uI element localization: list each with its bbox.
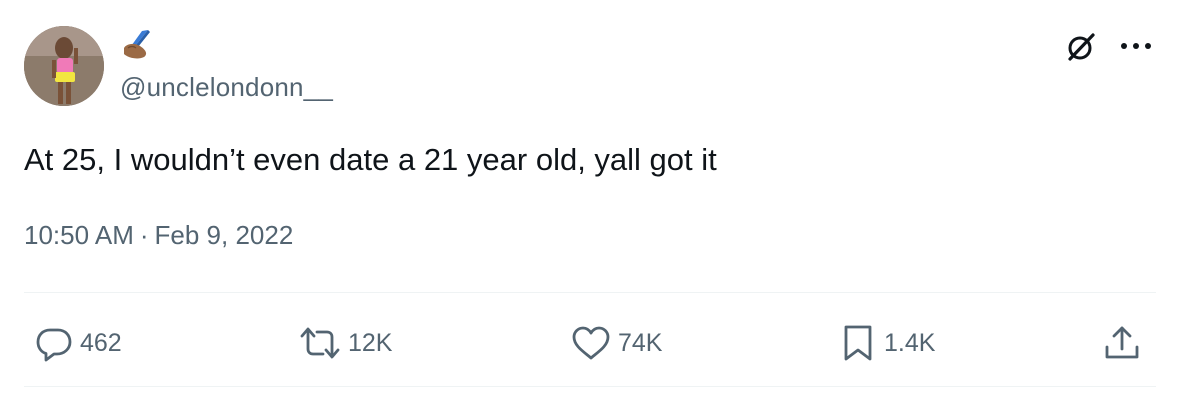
like-button[interactable]: 74K bbox=[570, 318, 662, 368]
tweet-timestamp[interactable]: 10:50 AM · Feb 9, 2022 bbox=[24, 220, 293, 251]
tweet-text: At 25, I wouldn’t even date a 21 year ol… bbox=[24, 142, 717, 177]
more-icon bbox=[1121, 43, 1151, 49]
reply-count: 462 bbox=[80, 328, 122, 357]
avatar-image bbox=[24, 26, 104, 106]
avatar[interactable] bbox=[24, 26, 104, 106]
bookmark-icon bbox=[838, 323, 878, 363]
heart-icon bbox=[570, 323, 612, 363]
tweet-date: Feb 9, 2022 bbox=[154, 220, 294, 250]
meta-separator: · bbox=[139, 220, 149, 250]
divider-bottom bbox=[24, 386, 1156, 387]
retweet-button[interactable]: 12K bbox=[298, 318, 392, 368]
share-button[interactable] bbox=[1102, 318, 1142, 368]
divider-top bbox=[24, 292, 1156, 293]
grok-icon bbox=[1068, 33, 1095, 61]
more-options-button[interactable] bbox=[1116, 30, 1156, 62]
retweet-count: 12K bbox=[348, 328, 393, 357]
grok-button[interactable] bbox=[1062, 28, 1100, 66]
reply-button[interactable]: 462 bbox=[34, 318, 122, 368]
like-count: 74K bbox=[618, 328, 663, 357]
retweet-icon bbox=[298, 323, 342, 363]
author-handle[interactable]: @unclelondonn__ bbox=[120, 72, 333, 103]
share-icon bbox=[1102, 323, 1142, 363]
action-bar: 462 12K 74K 1.4K bbox=[0, 318, 1184, 368]
bookmark-count: 1.4K bbox=[884, 328, 936, 357]
writing-hand-emoji bbox=[120, 28, 160, 60]
tweet-card: @unclelondonn__ At 25, I wouldn’t even d… bbox=[0, 0, 1184, 402]
reply-icon bbox=[34, 323, 74, 363]
tweet-time: 10:50 AM bbox=[24, 220, 134, 250]
bookmark-button[interactable]: 1.4K bbox=[838, 318, 935, 368]
